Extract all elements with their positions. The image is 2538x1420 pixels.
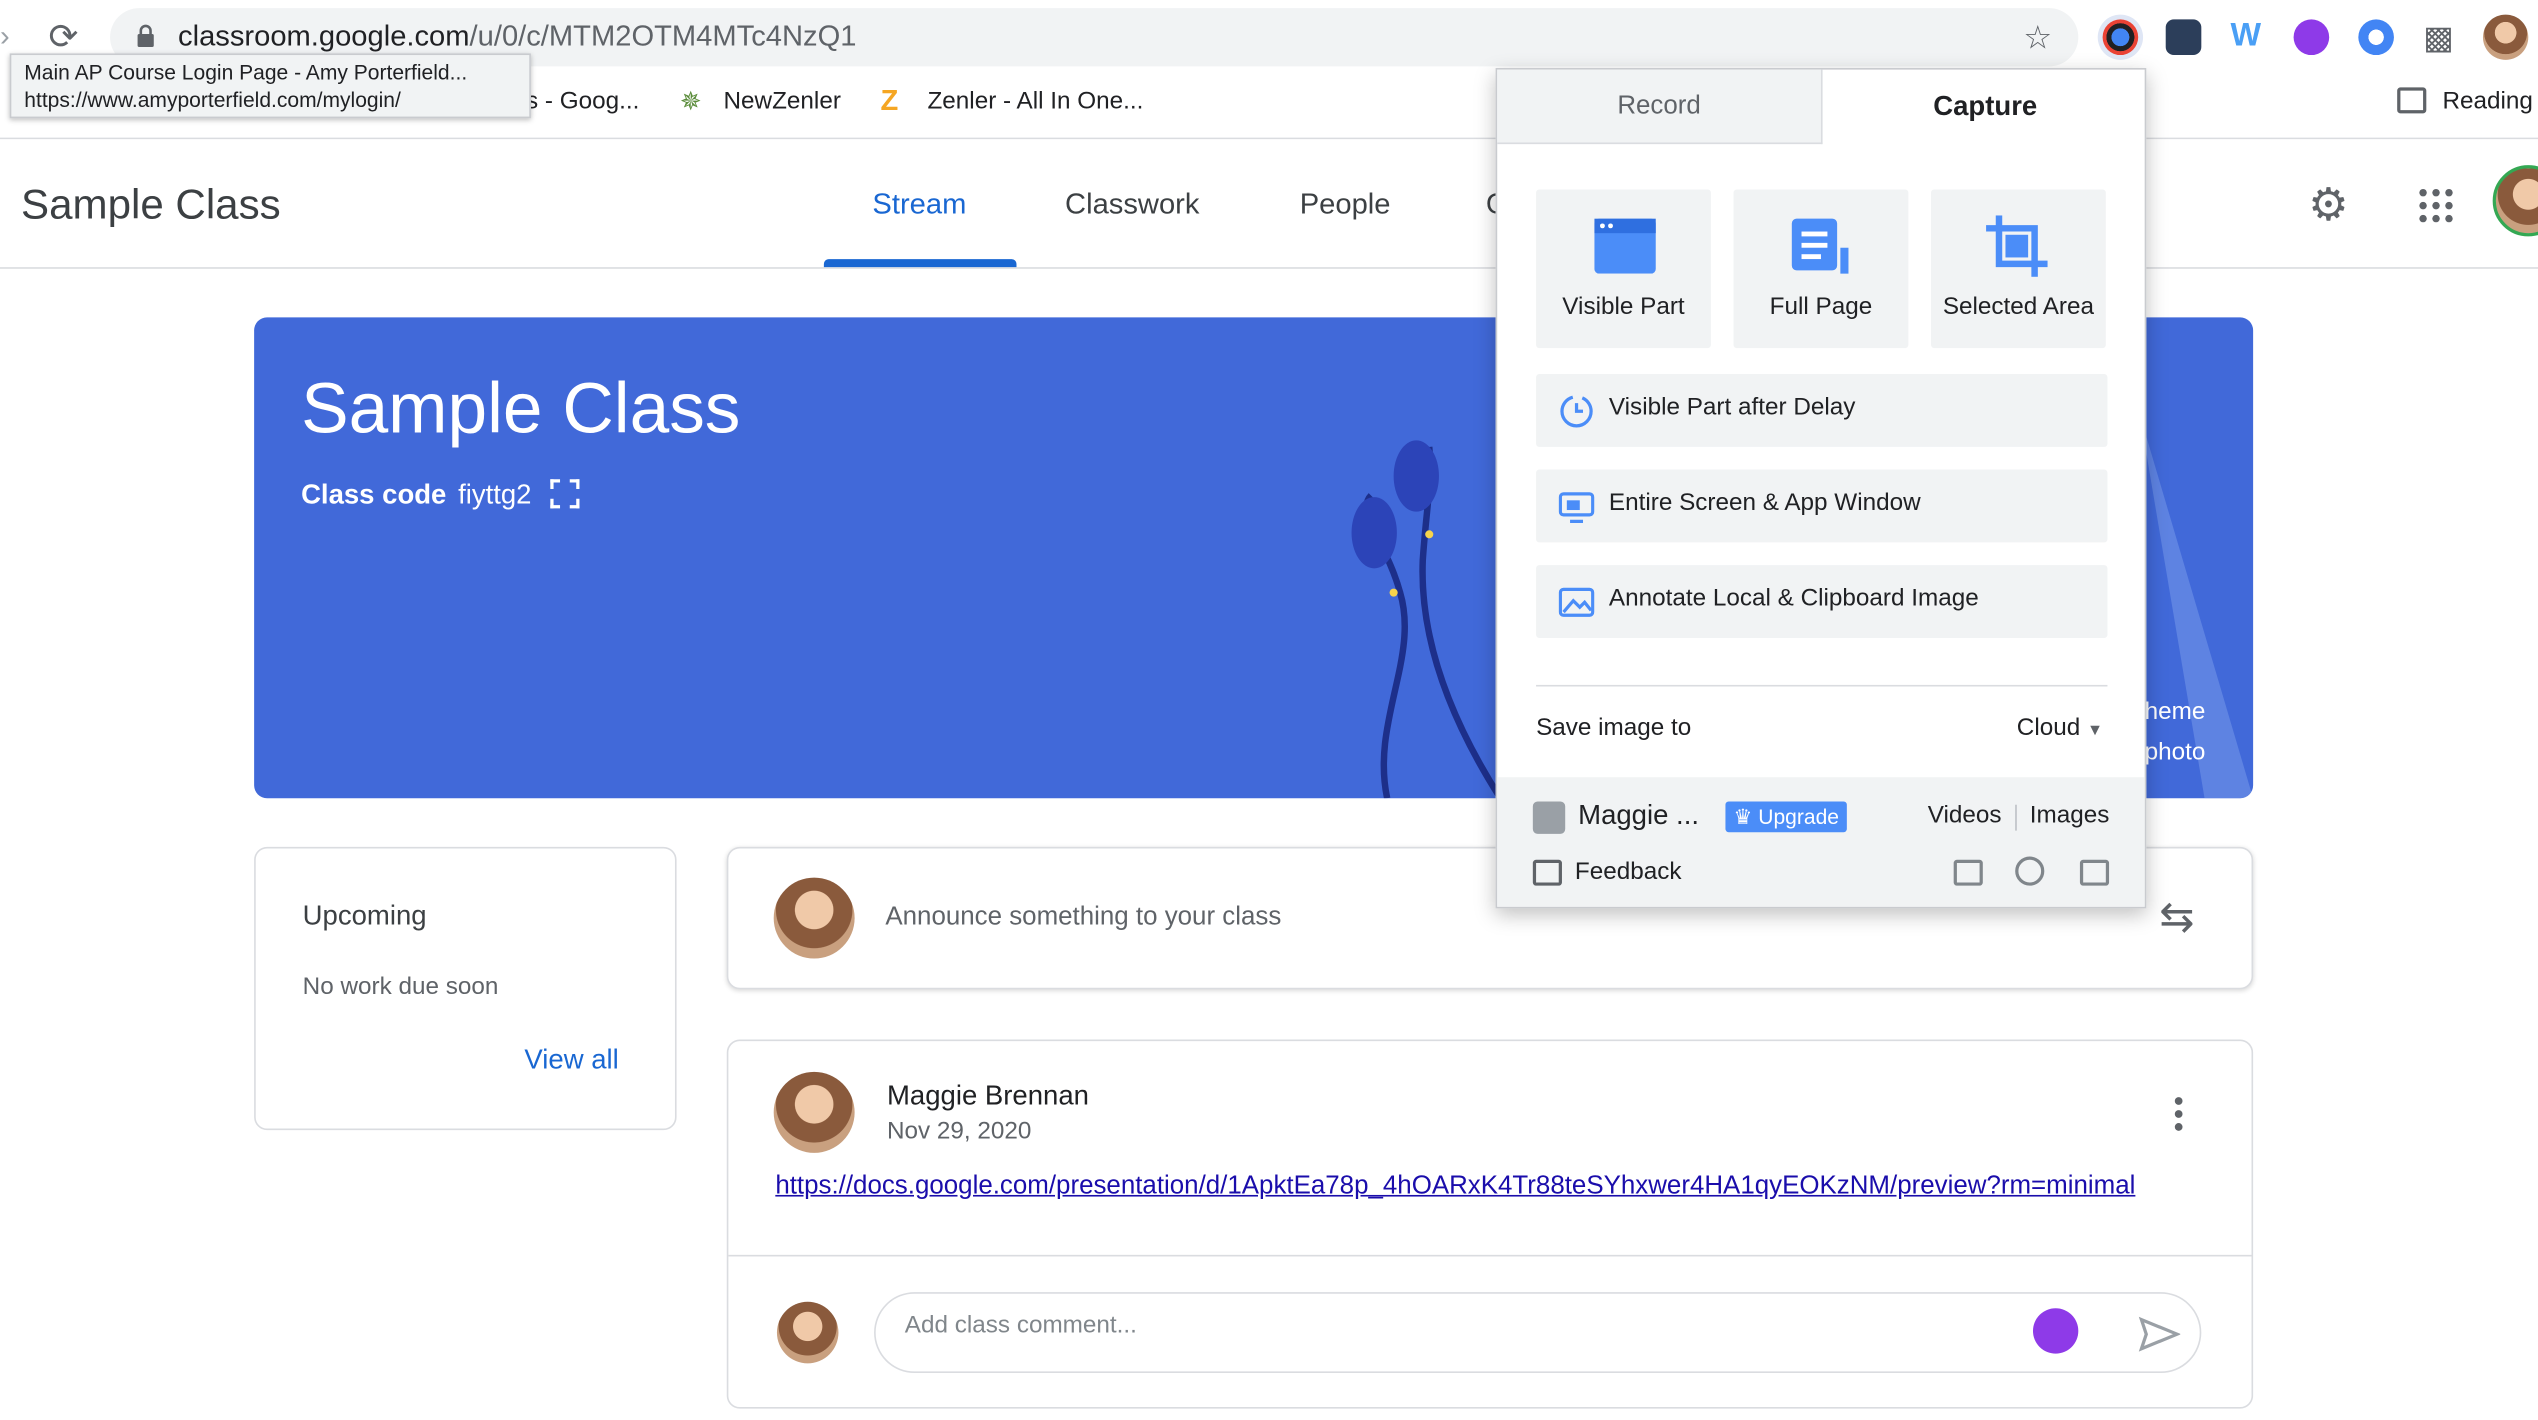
announce-avatar — [773, 877, 855, 959]
url-host: classroom.google.com — [178, 19, 470, 52]
upcoming-empty-text: No work due soon — [302, 973, 499, 1001]
visible-part-delay-button[interactable]: Visible Part after Delay — [1536, 374, 2108, 447]
announce-placeholder[interactable]: Announce something to your class — [885, 903, 1281, 932]
screenshot-extension-logo-icon — [2102, 19, 2139, 56]
extensions-puzzle-icon[interactable]: ▩ — [2423, 18, 2454, 58]
bookmark-item[interactable]: NewZenler — [724, 87, 841, 115]
fullscreen-icon[interactable] — [550, 479, 580, 509]
images-link[interactable]: Images — [2030, 801, 2110, 829]
visible-part-button[interactable]: Visible Part — [1536, 189, 1711, 349]
upgrade-badge[interactable]: ♛ Upgrade — [1725, 801, 1848, 833]
repost-icon[interactable]: ⇆ — [2159, 892, 2194, 942]
popup-footer — [1497, 777, 2145, 907]
bookmark-star-icon[interactable]: ☆ — [2023, 18, 2052, 58]
full-page-button[interactable]: Full Page — [1733, 189, 1909, 349]
settings-gear-icon[interactable]: ⚙ — [2308, 178, 2349, 231]
image-icon — [1558, 587, 1595, 617]
post-author-avatar — [773, 1071, 855, 1153]
scroll-page-icon — [1791, 218, 1849, 274]
tab-people[interactable]: People — [1300, 188, 1391, 222]
newzenler-icon: ✵ — [679, 89, 702, 117]
save-destination-select[interactable]: Cloud ▼ — [2017, 714, 2103, 742]
annotate-image-label: Annotate Local & Clipboard Image — [1608, 584, 1979, 613]
browser-window-icon — [1594, 218, 1656, 274]
reading-list-icon[interactable] — [2397, 87, 2427, 114]
post-divider — [728, 1254, 2252, 1257]
forward-icon[interactable]: › — [0, 19, 10, 53]
class-code-value: fiyttg2 — [458, 479, 532, 511]
theme-text: heme — [2144, 697, 2206, 726]
upgrade-label: Upgrade — [1758, 804, 1840, 830]
profile-avatar[interactable] — [2482, 14, 2529, 60]
tab-capture[interactable]: Capture — [1823, 70, 2148, 144]
crown-icon: ♛ — [1733, 804, 1753, 830]
user-name[interactable]: Maggie ... — [1578, 800, 1699, 832]
tooltip-url: https://www.amyporterfield.com/mylogin/ — [24, 87, 401, 112]
selected-area-label: Selected Area — [1942, 293, 2095, 321]
apps-grid-icon[interactable] — [2418, 188, 2454, 224]
m-extension-icon[interactable] — [2032, 1308, 2079, 1354]
full-page-label: Full Page — [1769, 293, 1873, 321]
feedback-link[interactable]: Feedback — [1575, 858, 1682, 886]
post-date: Nov 29, 2020 — [887, 1117, 1032, 1145]
zenler-icon: Z — [880, 84, 899, 117]
w-extension-icon[interactable]: W — [2230, 18, 2261, 55]
customize-theme-label[interactable]: heme photo — [2145, 691, 2206, 772]
upcoming-title: Upcoming — [302, 900, 427, 932]
chevron-down-icon: ▼ — [2087, 722, 2104, 740]
class-code-label: Class code — [301, 479, 447, 511]
screencast-extension-icon[interactable] — [2165, 19, 2202, 56]
post-author: Maggie Brennan — [887, 1079, 1089, 1111]
bookmark-item[interactable]: Zenler - All In One... — [927, 87, 1143, 115]
bookmark-item[interactable]: s - Goog... — [526, 87, 639, 115]
selected-area-button[interactable]: Selected Area — [1931, 189, 2106, 349]
tab-classwork[interactable]: Classwork — [1065, 188, 1199, 222]
popup-divider — [1536, 684, 2108, 687]
desktop-icon — [1558, 492, 1595, 523]
post-link[interactable]: https://docs.google.com/presentation/d/1… — [775, 1172, 2135, 1201]
entire-screen-button[interactable]: Entire Screen & App Window — [1536, 469, 2108, 543]
more-options-icon[interactable] — [2169, 1095, 2188, 1134]
capture-popup: Record Capture Visible Part Full Page Se… — [1495, 68, 2148, 909]
comment-avatar — [776, 1301, 839, 1364]
url-path: /u/0/c/MTM2OTM4MTc4NzQ1 — [469, 19, 857, 52]
g-extension-icon[interactable] — [2358, 19, 2394, 56]
photo-text: photo — [2144, 738, 2206, 766]
entire-screen-label: Entire Screen & App Window — [1608, 488, 1921, 517]
user-icon — [1532, 801, 1566, 834]
classroom-header — [0, 139, 2538, 269]
video-folder-icon[interactable] — [1953, 859, 1983, 886]
visible-part-delay-label: Visible Part after Delay — [1608, 393, 1856, 421]
crop-icon — [1986, 215, 2048, 277]
url-text[interactable]: classroom.google.com/u/0/c/MTM2OTM4MTc4N… — [178, 19, 856, 53]
videos-link[interactable]: Videos — [1928, 801, 2002, 829]
tab-stream[interactable]: Stream — [872, 188, 966, 222]
feedback-icon — [1532, 859, 1562, 886]
link-tooltip: Main AP Course Login Page - Amy Porterfi… — [9, 53, 531, 119]
reading-list-label[interactable]: Reading — [2442, 87, 2532, 115]
class-name[interactable]: Sample Class — [21, 180, 281, 230]
tab-record[interactable]: Record — [1497, 69, 1823, 145]
comment-placeholder: Add class comment... — [904, 1311, 1137, 1340]
m-extension-icon[interactable] — [2293, 19, 2330, 56]
settings-hex-icon[interactable] — [2015, 856, 2045, 886]
annotate-image-button[interactable]: Annotate Local & Clipboard Image — [1536, 565, 2108, 638]
save-image-label: Save image to — [1536, 714, 1692, 742]
logout-icon[interactable] — [2079, 859, 2110, 886]
tooltip-title: Main AP Course Login Page - Amy Porterfi… — [24, 59, 468, 85]
visible-part-label: Visible Part — [1562, 293, 1685, 321]
lock-icon — [136, 24, 155, 47]
banner-title: Sample Class — [301, 369, 741, 449]
save-destination-value: Cloud — [2016, 714, 2081, 742]
timer-icon — [1560, 395, 1593, 428]
send-icon[interactable] — [2138, 1316, 2182, 1352]
view-all-link[interactable]: View all — [524, 1044, 618, 1076]
active-tab-indicator — [823, 259, 1017, 268]
reload-icon[interactable]: ⟳ — [49, 16, 79, 58]
footer-separator — [2015, 804, 2017, 831]
